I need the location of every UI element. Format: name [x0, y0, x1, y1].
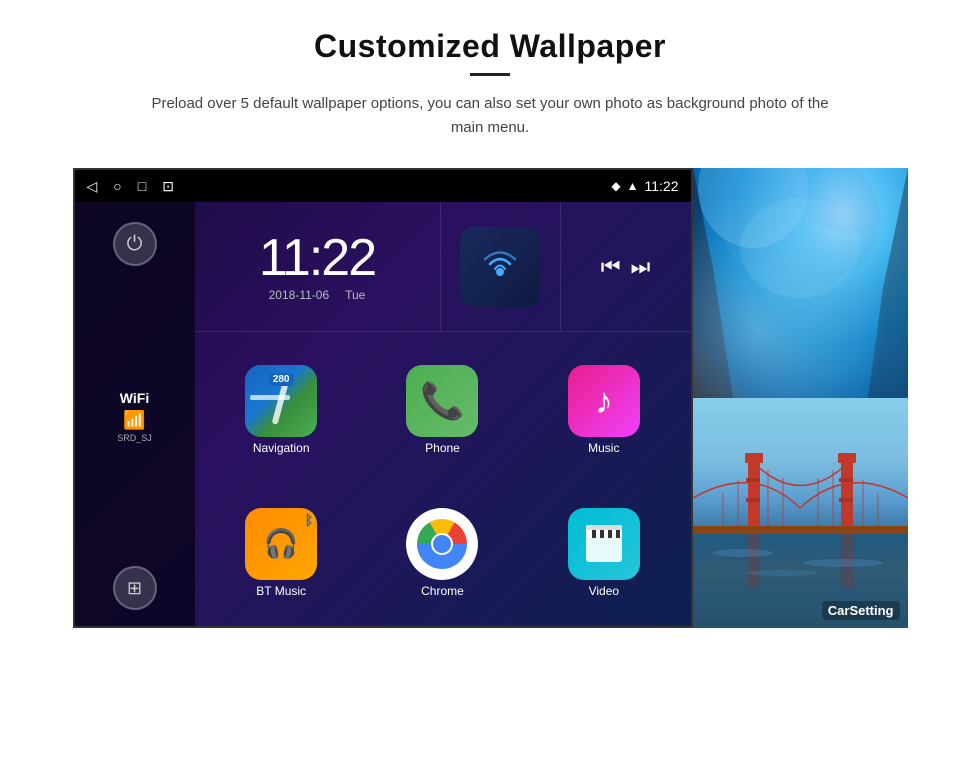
phone-label: Phone	[425, 441, 460, 455]
wallpaper-bottom: CarSetting	[693, 398, 908, 628]
carsetting-label: CarSetting	[822, 601, 900, 620]
screen-area: ◁ ○ □ ⊡ ◆ ▲ 11:22 ⏻	[73, 168, 908, 628]
clock-date-value: 2018-11-06	[269, 288, 330, 302]
status-time: 11:22	[645, 178, 679, 194]
app-item-music[interactable]: ♪ Music	[525, 340, 682, 479]
chrome-svg	[412, 514, 472, 574]
right-content: 11:22 2018-11-06 Tue	[195, 202, 691, 628]
main-content: ⏻ WiFi 📶 SRD_SJ ⊞	[75, 202, 691, 628]
headphone-icon: 🎧	[264, 527, 299, 560]
bluetooth-symbol: ᛒ	[305, 512, 313, 528]
clock-widget: 11:22 2018-11-06 Tue	[195, 202, 441, 331]
app-item-phone[interactable]: 📞 Phone	[364, 340, 521, 479]
wifi-network-name: SRD_SJ	[117, 433, 152, 443]
location-icon: ◆	[611, 179, 620, 193]
chrome-icon	[406, 508, 478, 580]
video-icon	[568, 508, 640, 580]
route-badge: 280	[269, 373, 294, 386]
apps-grid: 280 Navigation 📞 Phone	[195, 332, 691, 628]
apps-drawer-button[interactable]: ⊞	[113, 566, 157, 610]
app-item-navigation[interactable]: 280 Navigation	[203, 340, 360, 479]
clock-time: 11:22	[259, 232, 375, 284]
radio-widget[interactable]	[441, 202, 561, 331]
bridge-scene-bg	[693, 398, 908, 628]
screenshot-icon[interactable]: ⊡	[162, 178, 174, 195]
wifi-bars-icon: 📶	[117, 410, 152, 431]
music-icon: ♪	[568, 365, 640, 437]
android-screen: ◁ ○ □ ⊡ ◆ ▲ 11:22 ⏻	[73, 168, 693, 628]
wallpaper-top	[693, 168, 908, 398]
recent-icon[interactable]: □	[138, 178, 146, 194]
title-divider	[470, 73, 510, 76]
navigation-icon: 280	[245, 365, 317, 437]
power-icon: ⏻	[127, 233, 143, 256]
ice-cave-bg	[693, 168, 908, 398]
next-track-button[interactable]: ⏭	[631, 254, 651, 280]
page-title: Customized Wallpaper	[314, 28, 666, 65]
bt-music-label: BT Music	[256, 584, 306, 598]
apps-grid-icon: ⊞	[127, 578, 142, 599]
video-label: Video	[589, 584, 619, 598]
top-row: 11:22 2018-11-06 Tue	[195, 202, 691, 332]
back-icon[interactable]: ◁	[87, 178, 98, 195]
status-bar-right: ◆ ▲ 11:22	[611, 178, 678, 194]
wifi-signal-icon: ▲	[627, 179, 639, 193]
ice-cave-svg	[693, 168, 908, 398]
page-subtitle: Preload over 5 default wallpaper options…	[140, 92, 840, 140]
bt-music-icon: 🎧 ᛒ	[245, 508, 317, 580]
app-item-chrome[interactable]: Chrome	[364, 483, 521, 622]
page-wrapper: Customized Wallpaper Preload over 5 defa…	[0, 0, 980, 758]
wallpaper-panels: CarSetting	[693, 168, 908, 628]
music-label: Music	[588, 441, 619, 455]
prev-track-button[interactable]: ⏮	[601, 254, 621, 280]
status-bar-left: ◁ ○ □ ⊡	[87, 178, 174, 195]
home-icon[interactable]: ○	[113, 178, 121, 194]
clock-day-value: Tue	[345, 288, 365, 302]
clock-date: 2018-11-06 Tue	[269, 288, 366, 302]
left-sidebar: ⏻ WiFi 📶 SRD_SJ ⊞	[75, 202, 195, 628]
chrome-label: Chrome	[421, 584, 464, 598]
app-item-bt-music[interactable]: 🎧 ᛒ BT Music	[203, 483, 360, 622]
status-bar: ◁ ○ □ ⊡ ◆ ▲ 11:22	[75, 170, 691, 202]
power-button[interactable]: ⏻	[113, 222, 157, 266]
media-buttons: ⏮ ⏭	[561, 202, 691, 331]
wifi-section: WiFi 📶 SRD_SJ	[117, 390, 152, 443]
navigation-label: Navigation	[253, 441, 310, 455]
bridge-svg	[693, 398, 908, 628]
clapperboard-svg	[580, 520, 628, 568]
radio-icon-box	[460, 227, 540, 307]
wifi-label: WiFi	[117, 390, 152, 406]
phone-icon: 📞	[406, 365, 478, 437]
app-item-video[interactable]: Video	[525, 483, 682, 622]
radio-signal-svg	[475, 242, 525, 292]
